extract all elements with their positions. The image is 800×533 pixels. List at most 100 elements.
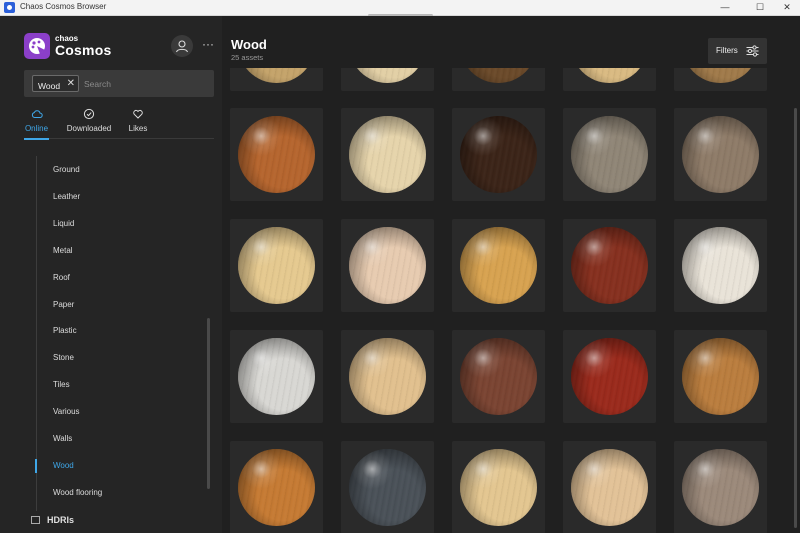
main-panel: Wood 25 assets Filters <box>222 16 800 533</box>
filters-label: Filters <box>716 46 738 55</box>
category-paper[interactable]: Paper <box>53 298 74 312</box>
material-tile[interactable] <box>341 68 434 91</box>
wood-grain-texture <box>238 227 315 304</box>
material-preview-sphere <box>349 68 426 83</box>
material-tile[interactable] <box>341 219 434 312</box>
user-account-button[interactable] <box>171 35 193 57</box>
material-tile[interactable] <box>341 330 434 423</box>
wood-grain-texture <box>349 227 426 304</box>
wood-grain-texture <box>571 227 648 304</box>
material-tile[interactable] <box>563 441 656 533</box>
material-preview-sphere <box>682 227 759 304</box>
image-icon <box>31 516 40 524</box>
wood-grain-texture <box>571 68 648 83</box>
wood-grain-texture <box>682 227 759 304</box>
material-tile[interactable] <box>452 330 545 423</box>
main-scrollbar[interactable] <box>794 108 797 528</box>
material-tile[interactable] <box>230 441 323 533</box>
category-various[interactable]: Various <box>53 405 80 419</box>
material-tile[interactable] <box>230 330 323 423</box>
sidebar-scrollbar[interactable] <box>207 318 210 489</box>
category-roof[interactable]: Roof <box>53 271 70 285</box>
material-preview-sphere <box>349 116 426 193</box>
wood-grain-texture <box>238 338 315 415</box>
tab-online[interactable]: Online <box>24 108 49 140</box>
material-tile[interactable] <box>674 441 767 533</box>
search-bar[interactable]: Wood ✕ <box>24 70 214 97</box>
material-preview-sphere <box>238 338 315 415</box>
check-circle-icon <box>83 108 95 120</box>
wood-grain-texture <box>349 338 426 415</box>
wood-grain-texture <box>571 338 648 415</box>
sidebar: chaos Cosmos ··· Wood ✕ Online Downloade… <box>0 16 222 533</box>
category-ground[interactable]: Ground <box>53 163 80 177</box>
material-tile[interactable] <box>341 108 434 201</box>
material-preview-sphere <box>460 449 537 526</box>
material-preview-sphere <box>460 227 537 304</box>
material-grid <box>230 68 790 533</box>
category-stone[interactable]: Stone <box>53 351 74 365</box>
section-hdris[interactable]: HDRIs <box>47 513 74 527</box>
material-tile[interactable] <box>230 68 323 91</box>
material-tile[interactable] <box>452 108 545 201</box>
app-icon <box>4 2 15 13</box>
asset-count: 25 assets <box>231 53 264 62</box>
wood-grain-texture <box>682 68 759 83</box>
material-preview-sphere <box>460 68 537 83</box>
material-tile[interactable] <box>674 330 767 423</box>
category-plastic[interactable]: Plastic <box>53 324 77 338</box>
user-icon <box>175 40 189 53</box>
more-options-button[interactable]: ··· <box>200 35 216 55</box>
category-wood[interactable]: Wood <box>53 459 74 473</box>
material-tile[interactable] <box>563 68 656 91</box>
tab-online-label: Online <box>24 124 49 133</box>
title-bar: Chaos Cosmos Browser — ☐ ✕ <box>0 0 800 17</box>
material-tile[interactable] <box>674 108 767 201</box>
wood-grain-texture <box>349 68 426 83</box>
material-tile[interactable] <box>563 330 656 423</box>
remove-tag-icon[interactable]: ✕ <box>67 76 75 91</box>
tab-likes[interactable]: Likes <box>127 108 149 139</box>
category-leather[interactable]: Leather <box>53 190 80 204</box>
category-tiles[interactable]: Tiles <box>53 378 70 392</box>
material-tile[interactable] <box>230 219 323 312</box>
active-category-marker <box>35 459 37 473</box>
category-wood-flooring[interactable]: Wood flooring <box>53 486 102 500</box>
material-preview-sphere <box>682 449 759 526</box>
material-preview-sphere <box>460 338 537 415</box>
material-tile[interactable] <box>674 219 767 312</box>
wood-grain-texture <box>682 449 759 526</box>
material-tile[interactable] <box>452 219 545 312</box>
category-liquid[interactable]: Liquid <box>53 217 74 231</box>
material-tile[interactable] <box>563 108 656 201</box>
material-tile[interactable] <box>452 68 545 91</box>
wood-grain-texture <box>571 116 648 193</box>
material-tile[interactable] <box>230 108 323 201</box>
material-preview-sphere <box>460 116 537 193</box>
minimize-button[interactable]: — <box>710 0 740 16</box>
search-input[interactable] <box>84 75 204 92</box>
close-button[interactable]: ✕ <box>772 0 800 16</box>
material-tile[interactable] <box>341 441 434 533</box>
material-tile[interactable] <box>452 441 545 533</box>
wood-grain-texture <box>571 449 648 526</box>
tab-downloaded[interactable]: Downloaded <box>64 108 114 139</box>
category-walls[interactable]: Walls <box>53 432 72 446</box>
material-preview-sphere <box>349 449 426 526</box>
wood-grain-texture <box>460 116 537 193</box>
material-preview-sphere <box>682 338 759 415</box>
maximize-button[interactable]: ☐ <box>745 0 775 16</box>
wood-grain-texture <box>460 338 537 415</box>
wood-grain-texture <box>238 68 315 83</box>
tab-likes-label: Likes <box>128 124 148 133</box>
category-metal[interactable]: Metal <box>53 244 73 258</box>
material-tile[interactable] <box>563 219 656 312</box>
material-preview-sphere <box>349 338 426 415</box>
material-tile[interactable] <box>674 68 767 91</box>
material-preview-sphere <box>571 227 648 304</box>
sliders-icon <box>746 45 759 57</box>
heart-icon <box>133 109 143 119</box>
filters-button[interactable]: Filters <box>708 38 767 64</box>
wood-grain-texture <box>682 338 759 415</box>
tab-downloaded-label: Downloaded <box>66 124 112 133</box>
